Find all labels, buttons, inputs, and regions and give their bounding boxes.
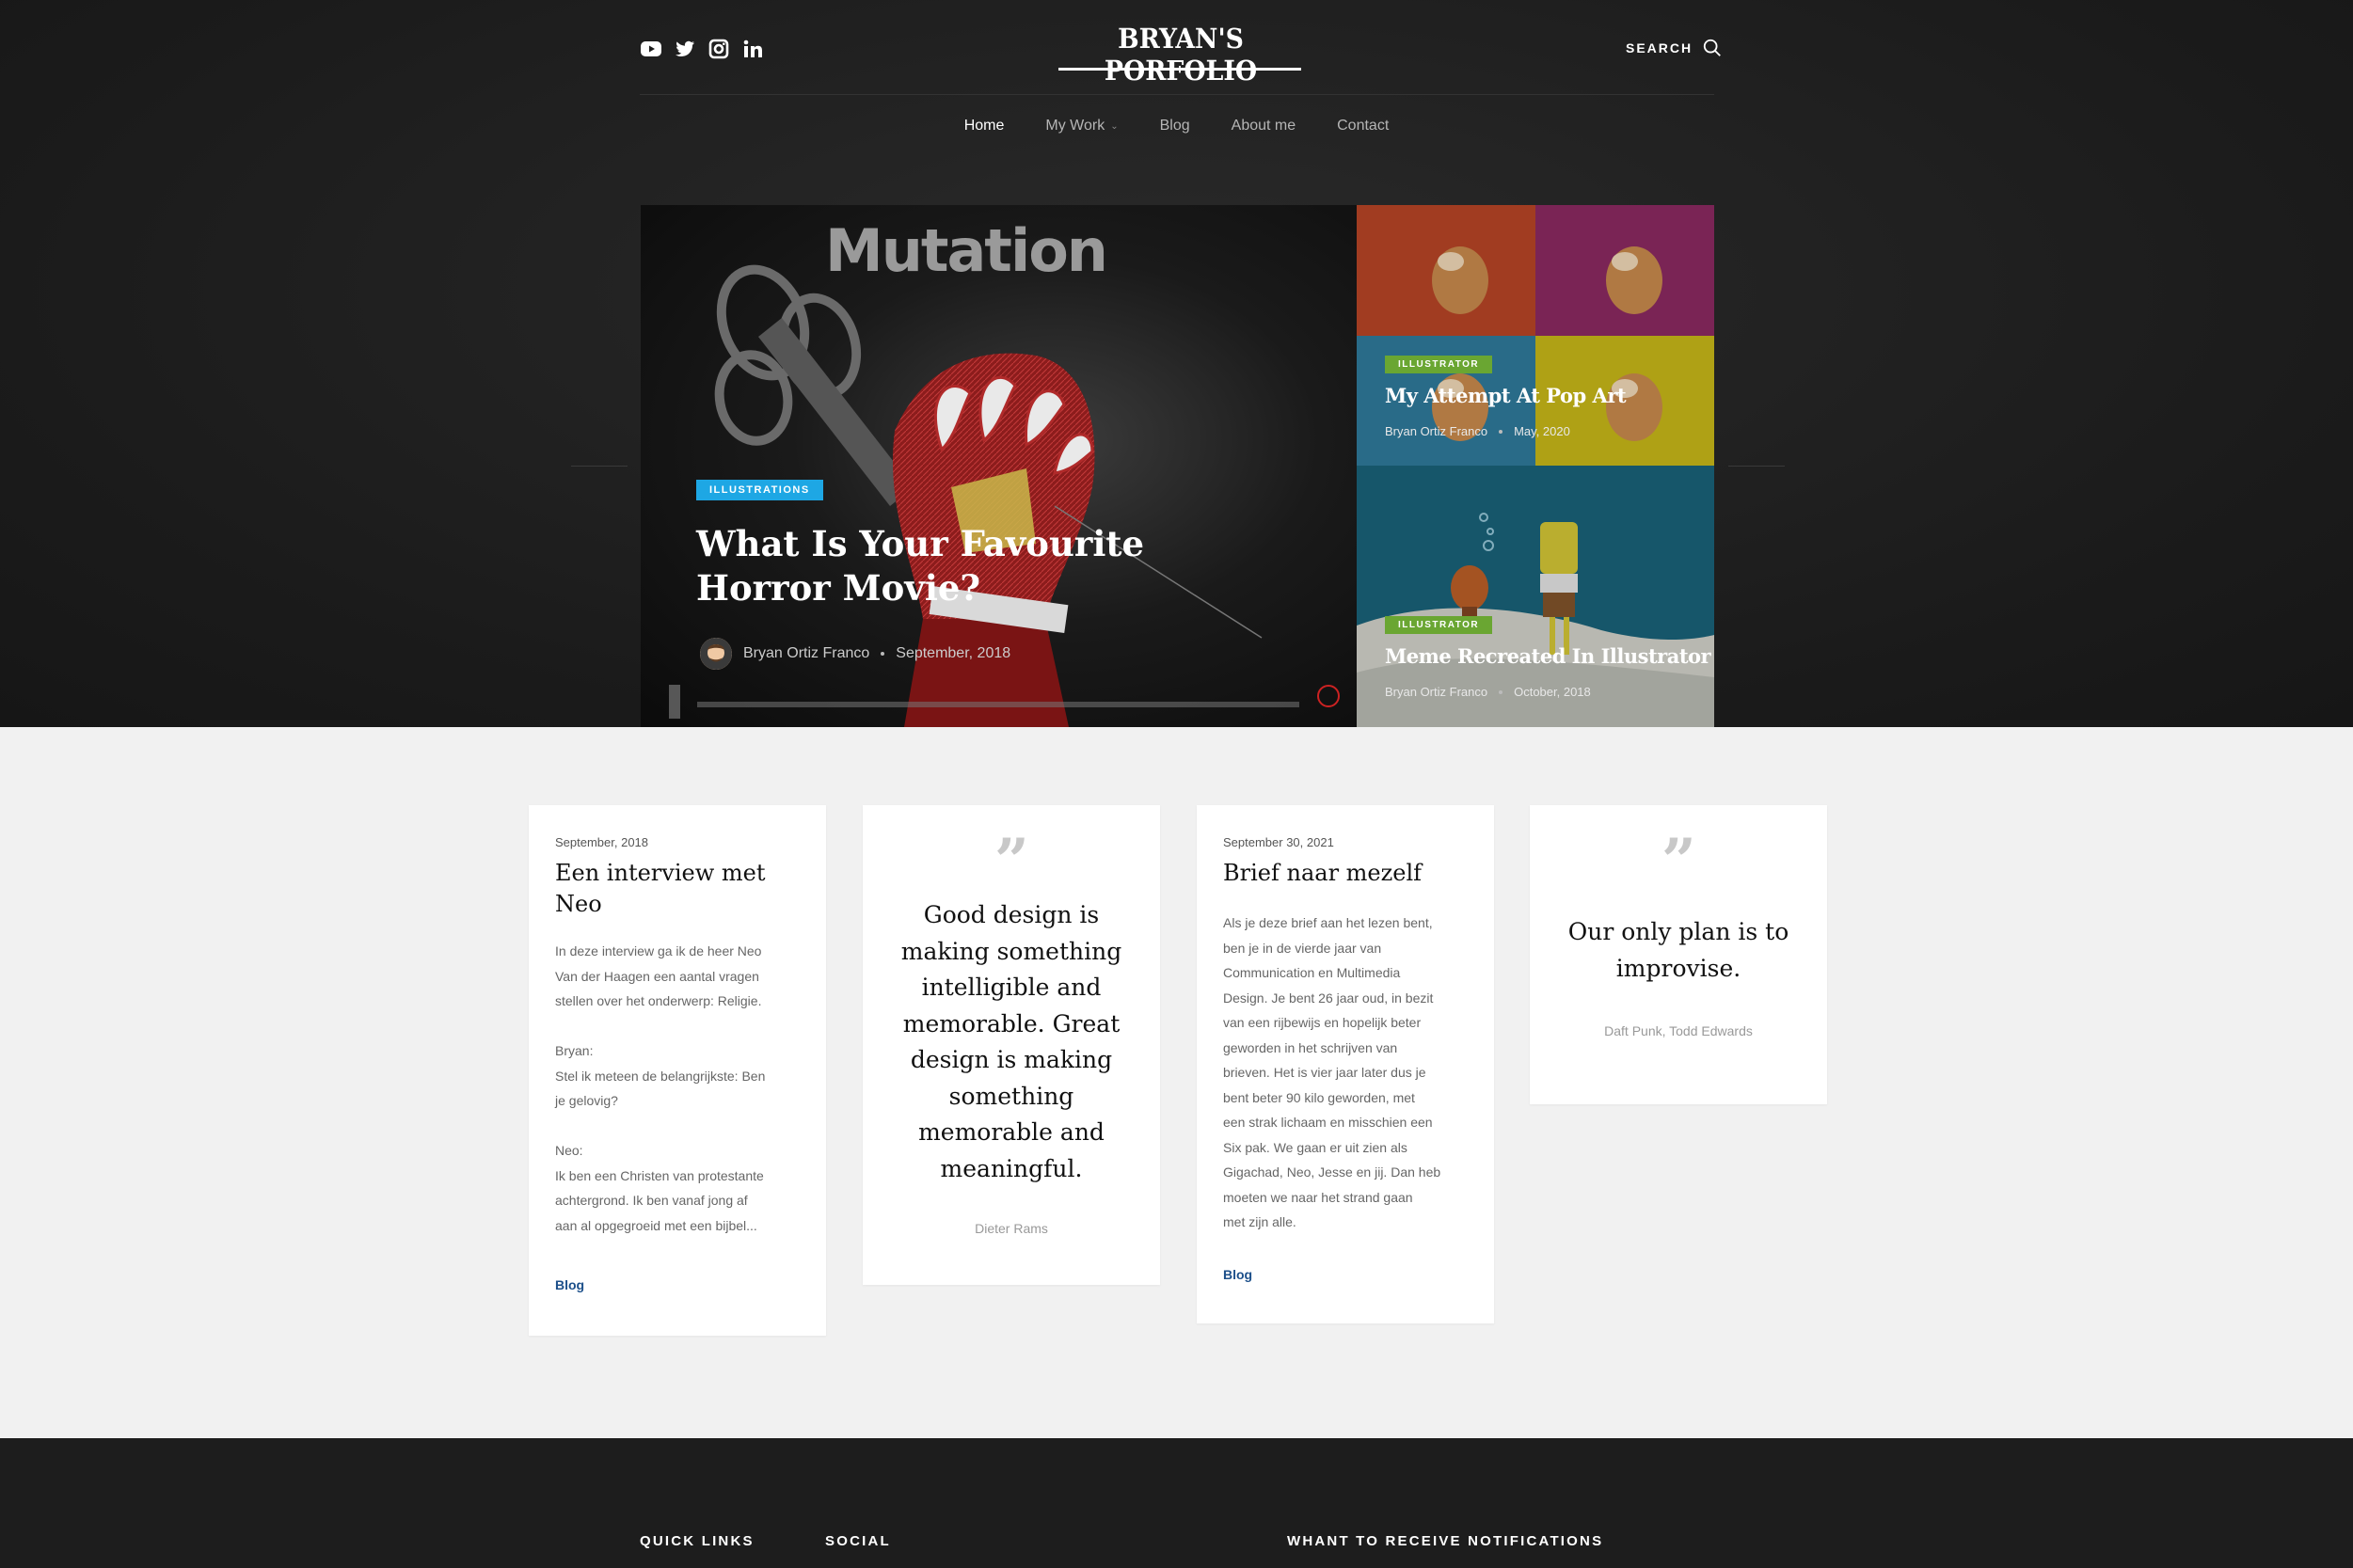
avatar — [700, 638, 732, 670]
quote-author: Daft Punk, Todd Edwards — [1604, 1023, 1753, 1038]
nav-label: Contact — [1337, 118, 1390, 134]
search-label: SEARCH — [1626, 40, 1693, 55]
footer-heading-notifications: WHANT TO RECEIVE NOTIFICATIONS — [1287, 1533, 1604, 1549]
post-author[interactable]: Bryan Ortiz Franco — [1385, 685, 1487, 699]
hero-meta: Bryan Ortiz Franco September, 2018 — [700, 638, 1010, 670]
post-date: May, 2020 — [1514, 424, 1570, 438]
quote-card-dieter-rams: ” Good design is making something intell… — [863, 805, 1160, 1285]
site-logo[interactable]: BRYAN'S PORFOLIO — [1068, 23, 1293, 87]
hero-side-post-1[interactable]: ILLUSTRATOR My Attempt At Pop Art Bryan … — [1357, 205, 1714, 466]
chevron-down-icon: ⌄ — [1110, 120, 1119, 132]
social-links — [640, 38, 764, 60]
nav-item-home[interactable]: Home — [964, 118, 1005, 135]
search-button[interactable]: SEARCH — [1626, 38, 1723, 58]
tile-title[interactable]: My Attempt At Pop Art — [1385, 384, 1627, 407]
logo-underline — [1058, 68, 1301, 71]
meta-separator — [881, 652, 885, 656]
quote-text: Our only plan is to improvise. — [1567, 918, 1789, 982]
post-date: September 30, 2021 — [1223, 835, 1334, 849]
quote-author: Dieter Rams — [975, 1221, 1048, 1236]
post-title[interactable]: Brief naar mezelf — [1223, 858, 1468, 889]
hero-title[interactable]: What Is Your Favourite Horror Movie? — [696, 522, 1261, 610]
search-icon — [1703, 39, 1722, 56]
quote-card-daft-punk: ” Our only plan is to improvise. Daft Pu… — [1530, 805, 1827, 1104]
slider-line-left — [571, 466, 628, 467]
nav-label: Blog — [1159, 118, 1190, 134]
quote-icon: ” — [994, 826, 1029, 896]
youtube-icon[interactable] — [640, 38, 662, 60]
nav-label: Home — [963, 118, 1005, 134]
footer-heading-social: SOCIAL — [825, 1533, 891, 1549]
tile-title[interactable]: Meme Recreated In Illustrator — [1385, 644, 1711, 668]
post-author[interactable]: Bryan Ortiz Franco — [743, 645, 869, 662]
nav-label: About me — [1231, 118, 1296, 134]
twitter-icon[interactable] — [674, 38, 696, 60]
hero-side-post-2[interactable]: ILLUSTRATOR Meme Recreated In Illustrato… — [1357, 466, 1714, 727]
category-badge[interactable]: ILLUSTRATIONS — [696, 480, 823, 500]
nav-item-contact[interactable]: Contact — [1337, 118, 1389, 135]
footer — [0, 1438, 2353, 1568]
linkedin-icon[interactable] — [741, 38, 764, 60]
blog-card-brief[interactable]: September 30, 2021 Brief naar mezelf Als… — [1197, 805, 1494, 1323]
blog-card-interview[interactable]: September, 2018 Een interview met Neo In… — [529, 805, 826, 1336]
nav-item-about[interactable]: About me — [1232, 118, 1296, 135]
tile-meta: Bryan Ortiz Franco May, 2020 — [1385, 424, 1570, 438]
nav-label: My Work — [1045, 118, 1105, 134]
post-date: September, 2018 — [555, 835, 649, 849]
post-date: October, 2018 — [1514, 685, 1591, 699]
category-badge[interactable]: ILLUSTRATOR — [1385, 616, 1493, 634]
post-title[interactable]: Een interview met Neo — [555, 858, 800, 920]
instagram-icon[interactable] — [707, 38, 730, 60]
category-link[interactable]: Blog — [1223, 1267, 1252, 1282]
post-date: September, 2018 — [896, 645, 1011, 661]
meta-separator — [1499, 429, 1503, 434]
tile-meta: Bryan Ortiz Franco October, 2018 — [1385, 685, 1591, 699]
quote-text: Good design is making something intellig… — [900, 901, 1122, 1182]
nav-item-my-work[interactable]: My Work ⌄ — [1045, 118, 1118, 135]
category-link[interactable]: Blog — [555, 1277, 584, 1292]
post-excerpt: In deze interview ga ik de heer Neo Van … — [555, 943, 766, 1233]
quote-icon: ” — [1661, 826, 1696, 896]
footer-heading-quick-links: QUICK LINKS — [640, 1533, 755, 1549]
poster-title: Mutation — [825, 216, 1106, 285]
main-nav: Home My Work ⌄ Blog About me Contact — [0, 118, 2353, 135]
post-excerpt: Als je deze brief aan het lezen bent, be… — [1223, 915, 1441, 1229]
meta-separator — [1499, 689, 1503, 694]
post-author[interactable]: Bryan Ortiz Franco — [1385, 424, 1487, 438]
slider-line-right — [1728, 466, 1785, 467]
header-divider — [640, 94, 1714, 95]
nav-item-blog[interactable]: Blog — [1160, 118, 1190, 135]
category-badge[interactable]: ILLUSTRATOR — [1385, 356, 1493, 373]
